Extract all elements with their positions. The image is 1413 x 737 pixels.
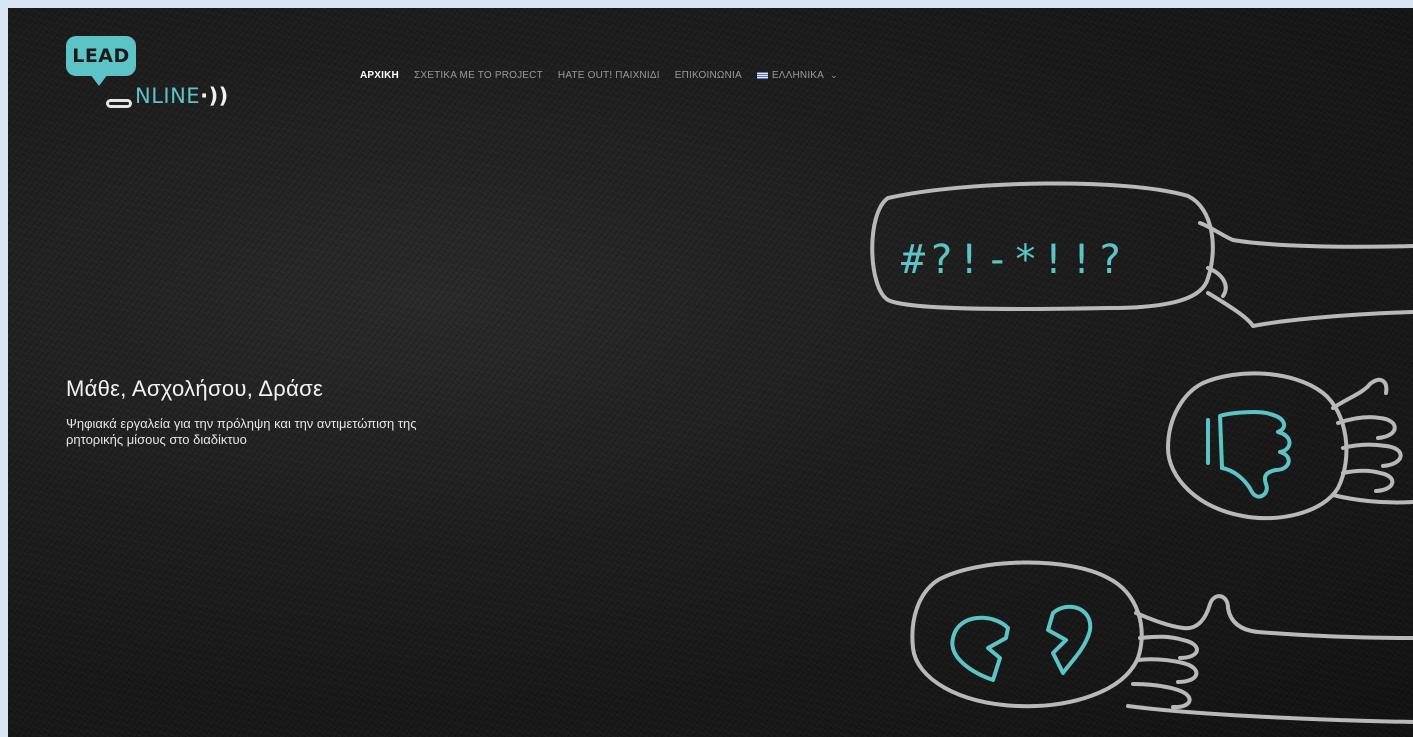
logo-plug-icon — [106, 98, 132, 108]
logo-speech-bubble: LEAD — [66, 36, 136, 76]
chevron-down-icon: ⌄ — [830, 70, 838, 80]
top-hand-outline — [1198, 221, 1413, 328]
broken-heart-icon — [950, 604, 1093, 682]
bottom-bubble-outline — [910, 560, 1144, 709]
logo-top-text: LEAD — [72, 45, 130, 67]
nav-item-hate-out-game[interactable]: HATE OUT! ΠΑΙΧΝΙΔΙ — [558, 70, 660, 81]
nav-item-contact[interactable]: ΕΠΙΚΟΙΝΩΝΙΑ — [675, 70, 742, 81]
language-switcher[interactable]: ΕΛΛΗΝΙΚΑ ⌄ — [756, 70, 838, 81]
language-label: ΕΛΛΗΝΙΚΑ — [771, 70, 825, 81]
thumbs-down-icon — [1206, 410, 1292, 499]
sound-waves-icon: ·)) — [200, 84, 229, 108]
hero-subtitle: Ψηφιακά εργαλεία για την πρόληψη και την… — [66, 416, 417, 447]
bottom-hand-outline — [1126, 594, 1413, 724]
site-logo[interactable]: LEAD NLINE·)) — [66, 36, 236, 108]
nav-item-home[interactable]: ΑΡΧΙΚΗ — [360, 70, 399, 81]
nav-item-about-project[interactable]: ΣΧΕΤΙΚΑ ΜΕ ΤΟ PROJECT — [414, 70, 543, 81]
middle-bubble-outline — [1166, 371, 1349, 521]
page-frame: LEAD NLINE·)) ΑΡΧΙΚΗ ΣΧΕΤΙΚΑ ΜΕ ΤΟ PROJE… — [8, 8, 1413, 737]
middle-hand-outline — [1331, 377, 1413, 505]
background-texture — [8, 8, 1413, 737]
logo-online-word: NLINE — [135, 84, 201, 108]
hero-illustration: #?!-*!!? — [870, 181, 1413, 724]
hero-title: Μάθε, Ασχολήσου, Δράσε — [66, 376, 324, 401]
speech-bubble-text: #?!-*!!? — [901, 237, 1126, 283]
greek-flag-icon — [756, 72, 768, 79]
speech-bubble-outline — [870, 181, 1215, 312]
logo-bottom-text: NLINE·)) — [135, 84, 229, 108]
logo-bubble-tail — [90, 74, 108, 86]
main-navigation: ΑΡΧΙΚΗ ΣΧΕΤΙΚΑ ΜΕ ΤΟ PROJECT HATE OUT! Π… — [360, 70, 838, 81]
